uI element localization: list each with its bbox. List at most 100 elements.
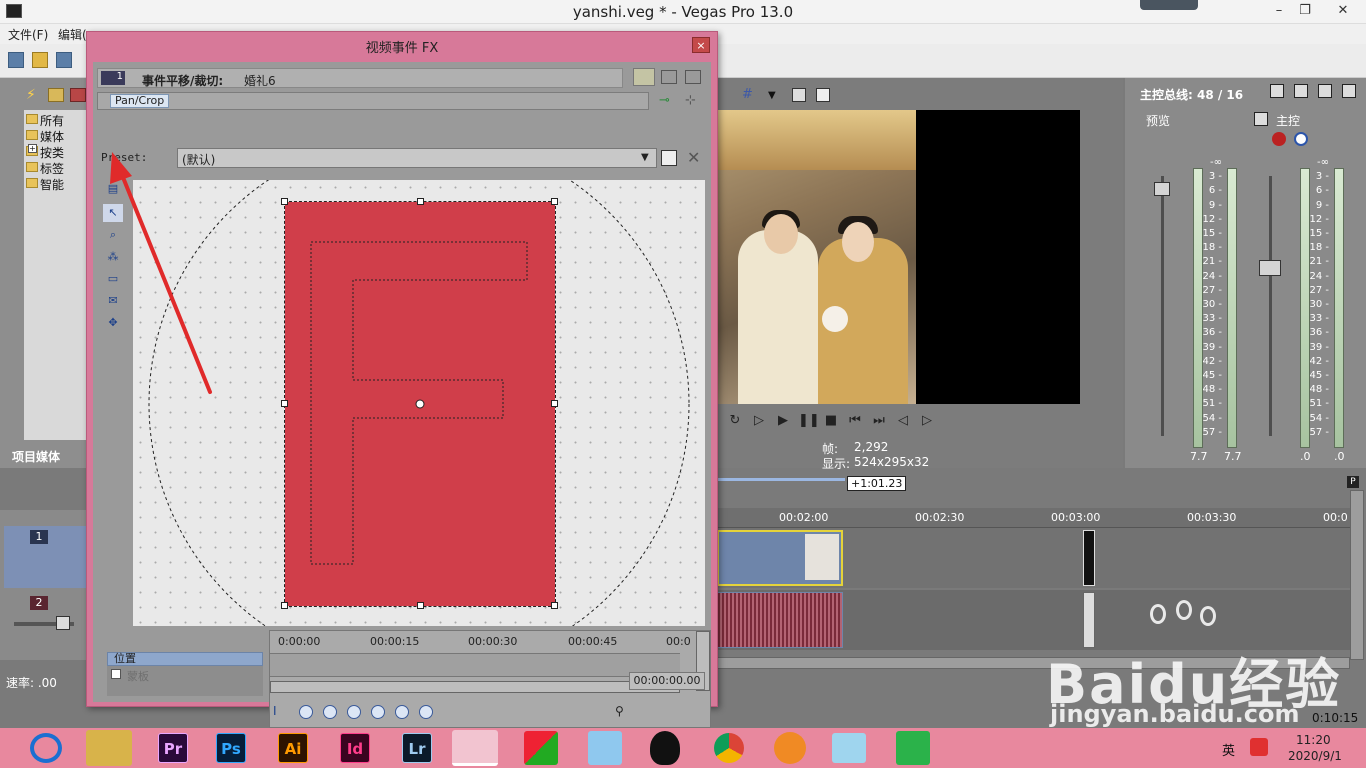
timeline-ruler[interactable]: 00:02:00 00:02:30 00:03:00 00:03:30 00:0 bbox=[715, 508, 1350, 528]
dropdown-arrow-icon[interactable]: ▼ bbox=[768, 90, 776, 101]
go-to-end-icon[interactable]: ⏭ bbox=[870, 412, 888, 430]
prev-keyframe-icon[interactable] bbox=[323, 705, 337, 719]
prev-frame-icon[interactable]: ◁ bbox=[894, 412, 912, 430]
qq-icon[interactable] bbox=[650, 731, 680, 765]
master-fader-knob[interactable] bbox=[1259, 260, 1281, 276]
preview-fader-knob[interactable] bbox=[1154, 182, 1170, 196]
dropdown-arrow-icon[interactable]: ▼ bbox=[641, 152, 649, 163]
loop-icon[interactable]: ↻ bbox=[726, 412, 744, 430]
lock-icon[interactable]: ⚲ bbox=[615, 704, 624, 718]
next-frame-icon[interactable]: ▷ bbox=[918, 412, 936, 430]
view-single-icon[interactable] bbox=[633, 68, 655, 86]
go-to-start-icon[interactable]: ⏮ bbox=[846, 412, 864, 430]
handle-bottom-right[interactable] bbox=[551, 602, 558, 609]
aspect-icon[interactable]: ▭ bbox=[103, 270, 123, 288]
notes-icon[interactable] bbox=[832, 733, 866, 763]
play-icon[interactable]: ▶ bbox=[774, 412, 792, 430]
premiere-icon[interactable]: Pr bbox=[158, 733, 188, 763]
remove-plugin-icon[interactable]: ⊹ bbox=[685, 94, 703, 108]
play-from-start-icon[interactable]: ▷ bbox=[750, 412, 768, 430]
audio-event[interactable] bbox=[717, 592, 843, 648]
save-icon[interactable] bbox=[56, 52, 72, 68]
save-preset-icon[interactable] bbox=[661, 150, 677, 166]
properties-icon[interactable]: ▤ bbox=[103, 180, 123, 198]
grid-icon[interactable]: # bbox=[742, 88, 758, 102]
handle-top[interactable] bbox=[417, 198, 424, 205]
fx-chain-bar[interactable]: 1 事件平移/裁切: 婚礼6 bbox=[97, 68, 623, 88]
ime-indicator[interactable]: 英 bbox=[1222, 740, 1235, 759]
pause-icon[interactable]: ❚❚ bbox=[798, 412, 820, 430]
menu-edit[interactable]: 编辑( bbox=[58, 26, 87, 43]
zoom-tool-icon[interactable]: ⌕ bbox=[103, 226, 123, 244]
file-explorer-icon[interactable] bbox=[86, 730, 132, 766]
move-icon[interactable]: ✥ bbox=[103, 314, 123, 332]
add-keyframe-icon[interactable] bbox=[395, 705, 409, 719]
clock-time[interactable]: 11:20 bbox=[1296, 733, 1331, 747]
mixer-tool-icon-4[interactable] bbox=[1342, 84, 1356, 98]
media-tool-icon-2[interactable] bbox=[70, 88, 86, 102]
sync-cursor-icon[interactable]: Ⅰ bbox=[273, 704, 289, 720]
fx-gear-icon[interactable] bbox=[1272, 132, 1286, 146]
fx-close-button[interactable]: × bbox=[692, 37, 710, 53]
mute-icon[interactable] bbox=[1254, 112, 1268, 126]
last-keyframe-icon[interactable] bbox=[371, 705, 385, 719]
green-app-icon[interactable] bbox=[896, 731, 930, 765]
handle-bottom-left[interactable] bbox=[281, 602, 288, 609]
pan-crop-workspace[interactable] bbox=[133, 180, 705, 626]
keyframe-scrollbar[interactable] bbox=[270, 681, 680, 693]
chat-app-icon[interactable] bbox=[588, 731, 622, 765]
close-button[interactable]: ✕ bbox=[1320, 0, 1366, 22]
handle-bottom[interactable] bbox=[417, 602, 424, 609]
mask-checkbox[interactable] bbox=[111, 669, 121, 679]
mixer-tool-icon[interactable] bbox=[1270, 84, 1284, 98]
tree-item-by-type[interactable]: 按类 bbox=[40, 144, 64, 161]
mixer-tool-icon-2[interactable] bbox=[1294, 84, 1308, 98]
preset-select[interactable]: (默认) bbox=[177, 148, 657, 168]
camtasia-icon[interactable] bbox=[524, 731, 558, 765]
clock-date[interactable]: 2020/9/1 bbox=[1288, 749, 1342, 763]
indesign-icon[interactable]: Id bbox=[340, 733, 370, 763]
expand-icon[interactable]: + bbox=[28, 144, 37, 153]
first-keyframe-icon[interactable] bbox=[299, 705, 313, 719]
next-keyframe-icon[interactable] bbox=[347, 705, 361, 719]
tree-item-smart[interactable]: 智能 bbox=[40, 176, 64, 193]
lightroom-icon[interactable]: Lr bbox=[402, 733, 432, 763]
keyframe-time-display[interactable]: 00:00:00.00 bbox=[629, 672, 705, 690]
browser-icon[interactable] bbox=[774, 732, 806, 764]
vegas-taskbar-icon[interactable] bbox=[452, 730, 498, 766]
no-icon[interactable] bbox=[1294, 132, 1308, 146]
marker-icon[interactable]: P bbox=[1347, 476, 1359, 488]
handle-right[interactable] bbox=[551, 400, 558, 407]
open-folder-icon[interactable] bbox=[32, 52, 48, 68]
tree-item-media[interactable]: 媒体 bbox=[40, 128, 64, 145]
normal-edit-tool-icon[interactable]: ↖ bbox=[103, 204, 123, 222]
copy-frame-icon[interactable] bbox=[792, 88, 806, 102]
mixer-tool-icon-3[interactable] bbox=[1318, 84, 1332, 98]
illustrator-icon[interactable]: Ai bbox=[278, 733, 308, 763]
lightning-icon[interactable]: ⚡ bbox=[26, 88, 40, 102]
handle-left[interactable] bbox=[281, 400, 288, 407]
sougou-icon[interactable] bbox=[1250, 738, 1268, 756]
delete-keyframe-icon[interactable] bbox=[419, 705, 433, 719]
view-triple-icon[interactable] bbox=[685, 70, 701, 84]
video-track-lane[interactable] bbox=[715, 528, 1350, 588]
volume-knob[interactable] bbox=[56, 616, 70, 630]
chrome-icon[interactable] bbox=[714, 733, 744, 763]
tree-item-all[interactable]: 所有 bbox=[40, 112, 64, 129]
handle-top-left[interactable] bbox=[281, 198, 288, 205]
track-mask[interactable]: 蒙板 bbox=[127, 668, 149, 684]
handle-top-right[interactable] bbox=[551, 198, 558, 205]
fx-title-bar[interactable]: 视频事件 FX × bbox=[87, 32, 717, 58]
plugin-pan-crop[interactable]: Pan/Crop bbox=[110, 94, 170, 108]
start-button[interactable] bbox=[30, 733, 62, 763]
snap-icon[interactable]: ⁂ bbox=[103, 248, 123, 266]
tab-project-media[interactable]: 项目媒体 bbox=[12, 448, 60, 465]
photoshop-icon[interactable]: Ps bbox=[216, 733, 246, 763]
video-event-small[interactable] bbox=[1083, 530, 1095, 586]
track-position[interactable]: 位置 bbox=[107, 652, 263, 666]
view-double-icon[interactable] bbox=[661, 70, 677, 84]
size-icon[interactable]: ✉ bbox=[103, 292, 123, 310]
stop-icon[interactable]: ■ bbox=[822, 412, 840, 430]
media-tool-icon[interactable] bbox=[48, 88, 64, 102]
save-snapshot-icon[interactable] bbox=[816, 88, 830, 102]
